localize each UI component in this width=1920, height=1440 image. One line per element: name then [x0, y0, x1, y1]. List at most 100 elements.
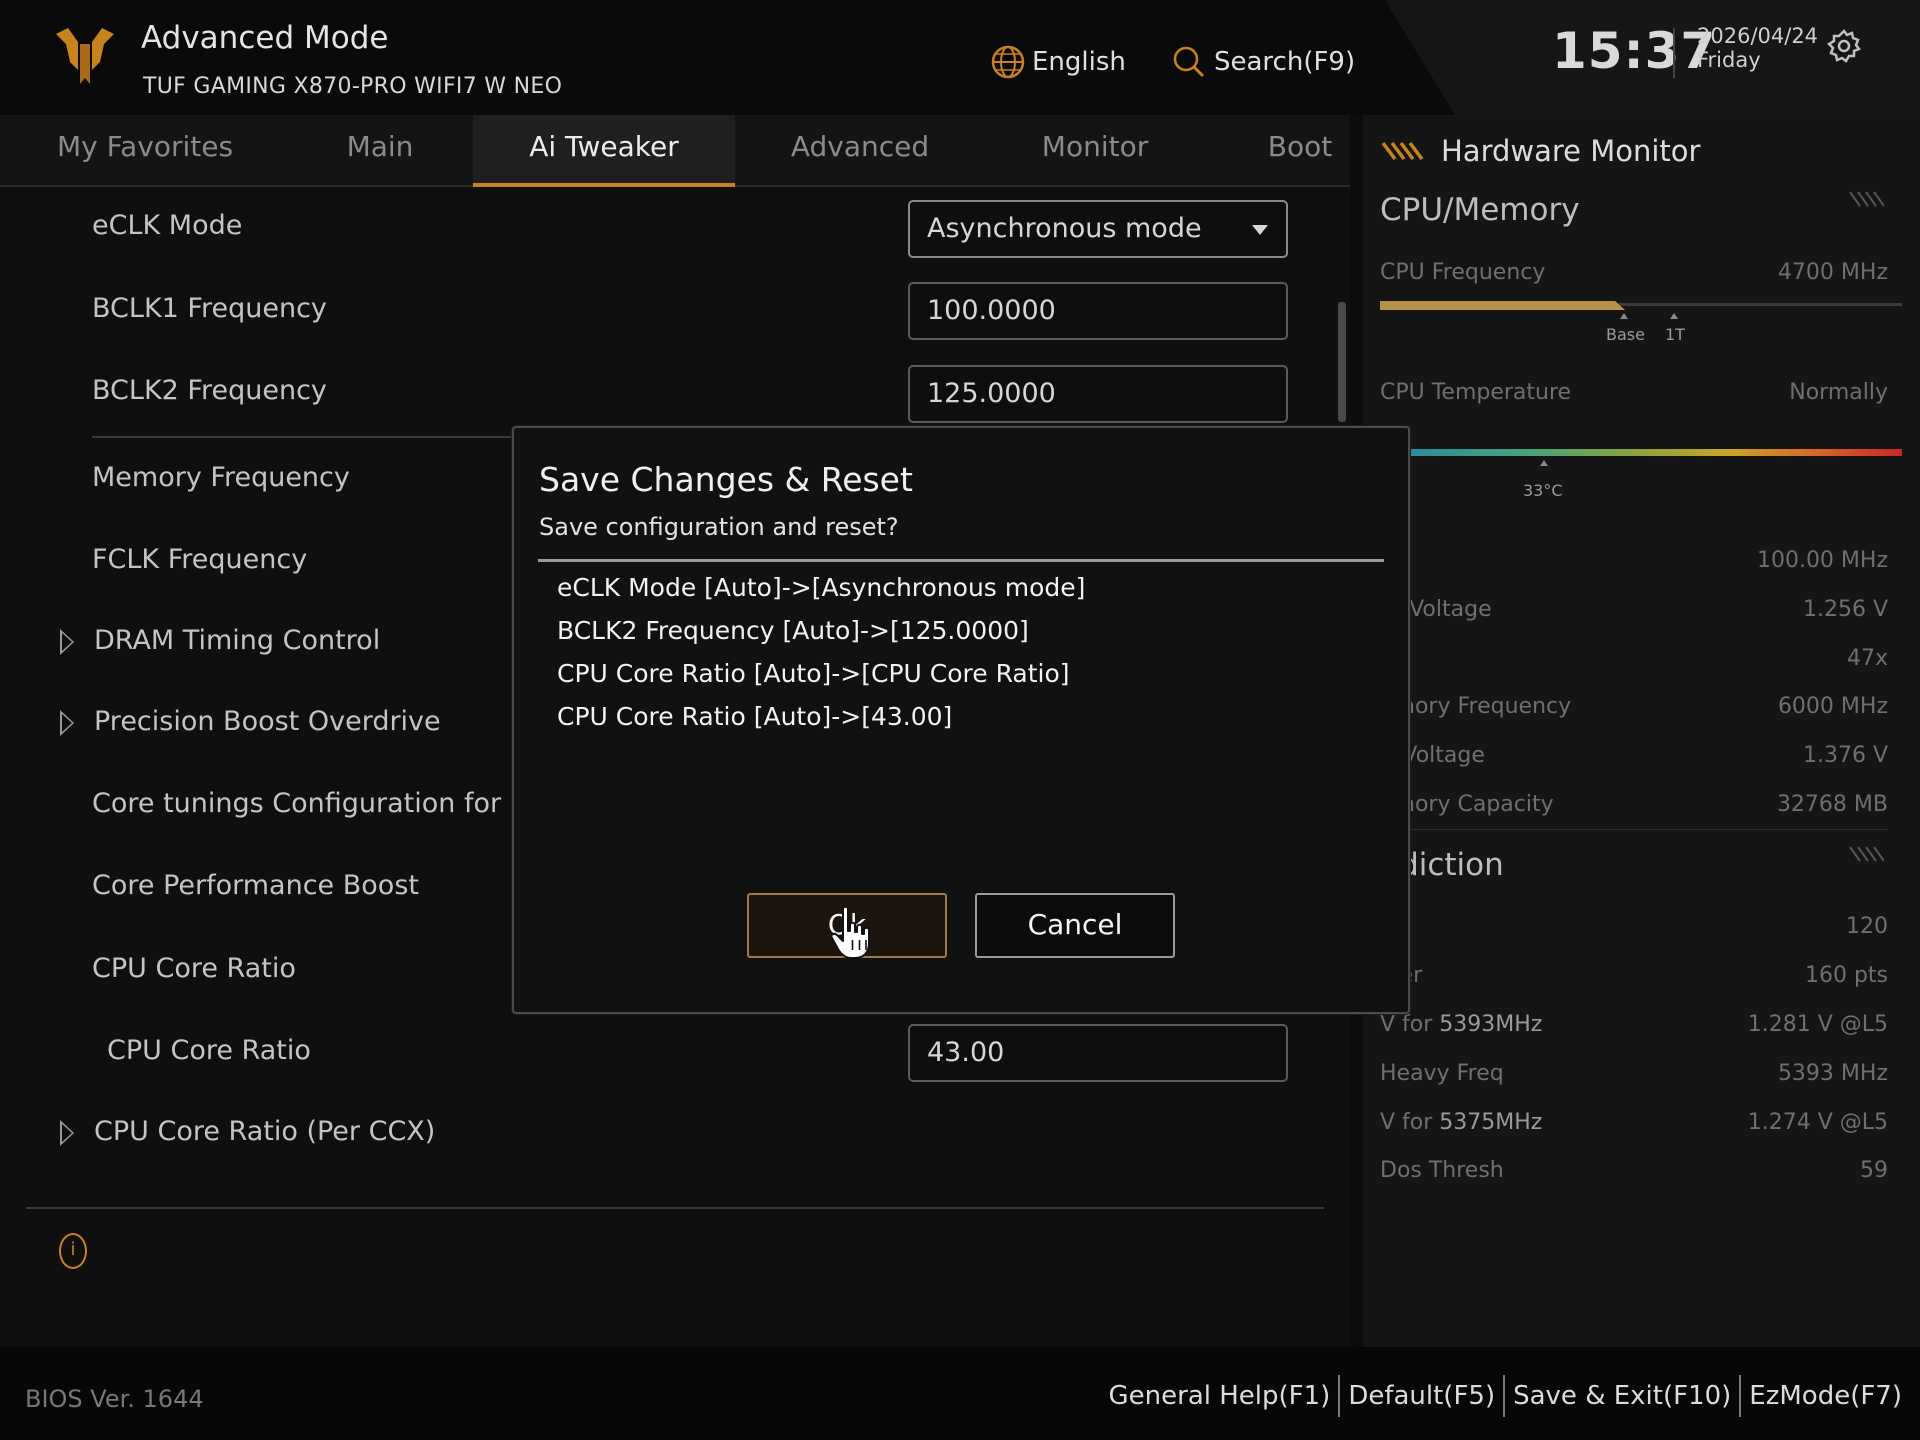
cpu-core-ratio-input[interactable]: 43.00	[908, 1024, 1288, 1082]
footer-separator	[1503, 1375, 1506, 1417]
hardware-monitor-icon	[1381, 141, 1424, 161]
footer-separator	[1739, 1375, 1742, 1417]
cpu-frequency-bar	[1380, 301, 1625, 310]
cpu-frequency-value: 4700 MHz	[1777, 260, 1888, 285]
hw-row-value: 47x	[1846, 646, 1888, 671]
prediction-row-value: 1.281 V @L5	[1747, 1012, 1888, 1037]
hw-section-divider	[1380, 829, 1888, 830]
setting-eclk-mode-label[interactable]: eCLK Mode	[92, 210, 242, 241]
prediction-row-label-freq: 5375MHz	[1439, 1110, 1543, 1135]
bclk1-input[interactable]: 100.0000	[908, 282, 1288, 340]
app-title: Advanced Mode	[141, 20, 389, 56]
base-tick-label: Base	[1606, 325, 1645, 344]
setting-cpu-core-ratio-ccx-label[interactable]: CPU Core Ratio (Per CCX)	[94, 1116, 435, 1147]
scrollbar[interactable]	[1338, 302, 1346, 422]
tab-boot[interactable]: Boot	[1250, 115, 1350, 187]
hw-row-value: 1.376 V	[1802, 743, 1888, 768]
dialog-title: Save Changes & Reset	[539, 460, 913, 499]
footer-separator	[1338, 1375, 1341, 1417]
prediction-row-value: 160 pts	[1804, 963, 1888, 988]
search-button[interactable]: Search(F9)	[1172, 40, 1355, 84]
tab-ai-tweaker[interactable]: Ai Tweaker	[473, 115, 735, 187]
base-tick-icon	[1620, 313, 1628, 319]
cpu-frequency-label: CPU Frequency	[1380, 260, 1546, 285]
weekday-value: Friday	[1697, 48, 1761, 72]
tab-monitor[interactable]: Monitor	[1020, 115, 1170, 187]
chevron-down-icon	[1252, 225, 1268, 235]
general-help-button[interactable]: General Help(F1)	[1109, 1381, 1331, 1411]
change-item: eCLK Mode [Auto]->[Asynchronous mode]	[557, 573, 1086, 602]
tab-main[interactable]: Main	[310, 115, 450, 187]
tab-my-favorites[interactable]: My Favorites	[40, 115, 250, 187]
tuf-logo	[56, 28, 114, 84]
info-icon: i	[59, 1233, 87, 1269]
setting-fclk-frequency-label[interactable]: FCLK Frequency	[92, 544, 307, 575]
help-divider	[26, 1207, 1324, 1209]
change-item: CPU Core Ratio [Auto]->[CPU Core Ratio]	[557, 659, 1070, 688]
clock-divider	[1673, 28, 1675, 78]
prediction-row-value: 1.274 V @L5	[1747, 1110, 1888, 1135]
section-divider	[92, 436, 512, 438]
prediction-row-label: V for 5375MHz	[1380, 1110, 1542, 1135]
dialog-divider	[538, 559, 1384, 562]
cpu-memory-section-title: CPU/Memory	[1380, 192, 1580, 228]
prediction-row-value: 59	[1860, 1158, 1888, 1183]
expand-arrow-icon	[60, 629, 74, 655]
eclk-mode-select[interactable]: Asynchronous mode	[908, 200, 1288, 258]
setting-core-performance-boost-label[interactable]: Core Performance Boost	[92, 870, 419, 901]
setting-cpu-core-ratio-value-label[interactable]: CPU Core Ratio	[107, 1035, 311, 1066]
turbo-tick-icon	[1670, 313, 1678, 319]
dialog-subtitle: Save configuration and reset?	[539, 513, 899, 541]
stripe-icon	[1849, 846, 1884, 862]
prediction-row-value: 120	[1846, 914, 1888, 939]
hw-row-value: 100.00 MHz	[1756, 548, 1888, 573]
setting-cpu-core-ratio-label[interactable]: CPU Core Ratio	[92, 953, 296, 984]
language-button[interactable]: English	[990, 40, 1126, 84]
tab-advanced[interactable]: Advanced	[775, 115, 945, 187]
eclk-mode-value: Asynchronous mode	[927, 213, 1202, 244]
search-label: Search(F9)	[1214, 47, 1356, 77]
ez-mode-button[interactable]: EzMode(F7)	[1749, 1381, 1902, 1411]
default-button[interactable]: Default(F5)	[1348, 1381, 1495, 1411]
prediction-row-label: Heavy Freq	[1380, 1061, 1504, 1086]
stripe-icon	[1849, 191, 1884, 207]
expand-arrow-icon	[60, 710, 74, 736]
board-name: TUF GAMING X870-PRO WIFI7 W NEO	[143, 74, 563, 99]
cancel-button[interactable]: Cancel	[975, 893, 1175, 958]
clock-time: 15:37	[1552, 22, 1717, 80]
globe-icon	[991, 45, 1025, 79]
hardware-monitor-title: Hardware Monitor	[1441, 134, 1701, 168]
function-keys: General Help(F1) Default(F5) Save & Exit…	[1109, 1375, 1902, 1417]
hw-row-value: 1.256 V	[1802, 597, 1888, 622]
tab-bar: My Favorites Main Ai Tweaker Advanced Mo…	[0, 115, 1350, 187]
date-value: 2026/04/24	[1697, 24, 1819, 48]
hand-cursor-icon	[831, 905, 870, 959]
setting-dram-timing-label[interactable]: DRAM Timing Control	[94, 625, 380, 656]
cpu-temperature-reading: 33°C	[1523, 481, 1563, 500]
prediction-row-label-prefix: V for	[1380, 1012, 1440, 1037]
setting-core-tunings-label[interactable]: Core tunings Configuration for ga	[92, 788, 543, 819]
setting-pbo-label[interactable]: Precision Boost Overdrive	[94, 706, 441, 737]
bios-version: BIOS Ver. 1644	[25, 1385, 204, 1413]
save-exit-button[interactable]: Save & Exit(F10)	[1513, 1381, 1731, 1411]
cpu-temperature-label: CPU Temperature	[1380, 380, 1572, 405]
change-item: CPU Core Ratio [Auto]->[43.00]	[557, 702, 953, 731]
bclk2-input[interactable]: 125.0000	[908, 365, 1288, 423]
prediction-row-value: 5393 MHz	[1777, 1061, 1888, 1086]
change-item: BCLK2 Frequency [Auto]->[125.0000]	[557, 616, 1029, 645]
setting-bclk2-label[interactable]: BCLK2 Frequency	[92, 375, 327, 406]
prediction-row-label-freq: 5393MHz	[1439, 1012, 1543, 1037]
prediction-row-label-prefix: V for	[1380, 1110, 1440, 1135]
setting-memory-frequency-label[interactable]: Memory Frequency	[92, 462, 350, 493]
hw-row-value: 6000 MHz	[1777, 694, 1888, 719]
language-label: English	[1032, 47, 1126, 77]
temperature-marker-icon	[1540, 460, 1548, 466]
cpu-temperature-bar	[1410, 449, 1902, 456]
setting-bclk1-label[interactable]: BCLK1 Frequency	[92, 293, 327, 324]
prediction-row-label: Dos Thresh	[1380, 1158, 1504, 1183]
expand-arrow-icon	[60, 1120, 74, 1146]
search-icon	[1173, 46, 1205, 78]
gear-icon[interactable]	[1826, 28, 1862, 64]
hw-row-value: 32768 MB	[1776, 792, 1888, 817]
cpu-temperature-status: Normally	[1789, 380, 1888, 405]
